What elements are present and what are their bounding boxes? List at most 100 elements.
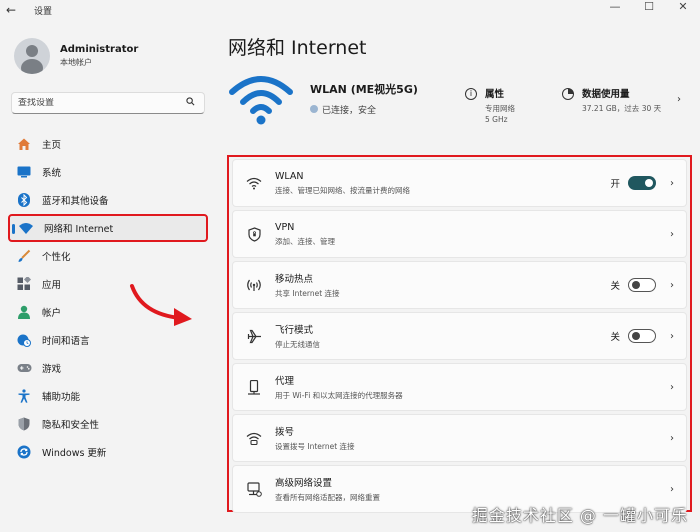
hotspot-state-label: 关 xyxy=(610,281,620,292)
airplane-icon xyxy=(245,327,263,345)
avatar xyxy=(14,38,50,74)
gamepad-icon xyxy=(16,360,32,376)
bluetooth-icon xyxy=(16,192,32,208)
chevron-right-icon[interactable]: › xyxy=(670,178,674,189)
proxy-icon xyxy=(245,378,263,396)
wifi-ssid: WLAN (ME视光5G) xyxy=(310,82,418,96)
mobile-hotspot-card[interactable]: 移动热点 共享 Internet 连接 关 › xyxy=(232,261,687,309)
annotation-arrow-icon xyxy=(130,284,192,326)
update-icon xyxy=(16,444,32,460)
sidebar-item-label: 应用 xyxy=(42,280,62,291)
sidebar-item-privacy[interactable]: 隐私和安全性 xyxy=(8,410,208,438)
proxy-card[interactable]: 代理 用于 Wi-Fi 和以太网连接的代理服务器 › xyxy=(232,363,687,411)
pie-chart-icon xyxy=(562,88,574,100)
airplane-mode-description: 停止无线通信 xyxy=(275,340,320,349)
account-icon xyxy=(16,304,32,320)
advanced-network-icon xyxy=(245,480,263,498)
sidebar-item-label: 时间和语言 xyxy=(42,336,90,347)
chevron-right-icon[interactable]: › xyxy=(670,280,674,291)
chevron-right-icon[interactable]: › xyxy=(670,433,674,444)
vpn-description: 添加、连接、管理 xyxy=(275,236,335,246)
sidebar-item-system[interactable]: 系统 xyxy=(8,158,208,186)
maximize-icon[interactable]: ☐ xyxy=(632,0,666,14)
sidebar-item-label: Windows 更新 xyxy=(42,448,107,459)
proxy-title: 代理 xyxy=(275,376,295,387)
advanced-network-title: 高级网络设置 xyxy=(275,478,333,489)
properties-network-type: 专用网络 xyxy=(485,104,515,113)
minimize-icon[interactable]: — xyxy=(598,0,632,14)
hotspot-icon xyxy=(245,276,263,294)
chevron-right-icon[interactable]: › xyxy=(670,229,674,240)
proxy-description: 用于 Wi-Fi 和以太网连接的代理服务器 xyxy=(275,391,403,400)
watermark: 掘金技术社区 @ 一罐小可乐 xyxy=(471,506,688,525)
window-title: 设置 xyxy=(34,6,53,17)
data-usage-link[interactable]: 数据使用量 37.21 GB，过去 30 天 xyxy=(562,86,661,114)
sidebar-item-network[interactable]: 网络和 Internet xyxy=(8,214,208,242)
accessibility-icon xyxy=(16,388,32,404)
home-icon xyxy=(16,136,32,152)
sidebar-item-label: 帐户 xyxy=(42,308,62,319)
dialup-title: 拨号 xyxy=(275,427,295,438)
properties-link[interactable]: i 属性 专用网络 5 GHz xyxy=(465,86,515,125)
sidebar-item-label: 游戏 xyxy=(42,364,62,375)
sidebar-item-label: 主页 xyxy=(42,140,62,151)
wlan-title: WLAN xyxy=(275,170,304,182)
properties-title: 属性 xyxy=(485,89,505,100)
airplane-mode-card[interactable]: 飞行模式 停止无线通信 关 › xyxy=(232,312,687,360)
sidebar-item-home[interactable]: 主页 xyxy=(8,130,208,158)
hotspot-description: 共享 Internet 连接 xyxy=(275,289,340,298)
properties-band: 5 GHz xyxy=(485,115,508,124)
account-type: 本地帐户 xyxy=(60,58,92,67)
network-settings-list: WLAN 连接、管理已知网络、按流量计费的网络 开 › VPN 添加、连接、管理… xyxy=(227,155,692,513)
dialup-description: 设置拨号 Internet 连接 xyxy=(275,442,355,451)
chevron-right-icon[interactable]: › xyxy=(670,331,674,342)
user-name: Administrator xyxy=(60,44,139,55)
wlan-state-label: 开 xyxy=(610,179,620,190)
data-usage-title: 数据使用量 xyxy=(582,89,630,100)
chevron-right-icon[interactable]: › xyxy=(677,94,681,105)
close-icon[interactable]: ✕ xyxy=(666,0,700,14)
sidebar-item-label: 网络和 Internet xyxy=(44,224,114,235)
apps-icon xyxy=(16,276,32,292)
wifi-connection-status: 已连接，安全 xyxy=(322,105,377,116)
sidebar-item-label: 系统 xyxy=(42,168,62,179)
search-box xyxy=(11,92,205,114)
search-input[interactable] xyxy=(12,98,186,108)
sidebar-item-label: 蓝牙和其他设备 xyxy=(42,196,109,207)
globe-clock-icon xyxy=(16,332,32,348)
airplane-mode-toggle[interactable] xyxy=(628,329,656,343)
hotspot-title: 移动热点 xyxy=(275,274,314,285)
wlan-card[interactable]: WLAN 连接、管理已知网络、按流量计费的网络 开 › xyxy=(232,159,687,207)
sidebar-item-gaming[interactable]: 游戏 xyxy=(8,354,208,382)
back-arrow-icon[interactable]: ← xyxy=(6,3,26,17)
wifi-status-header: WLAN (ME视光5G) 已连接，安全 xyxy=(228,70,418,126)
shield-icon xyxy=(16,416,32,432)
airplane-mode-title: 飞行模式 xyxy=(275,325,314,336)
brush-icon xyxy=(16,248,32,264)
data-usage-value: 37.21 GB，过去 30 天 xyxy=(582,104,662,113)
wifi-large-icon xyxy=(229,76,293,125)
advanced-network-description: 查看所有网络适配器，网络重置 xyxy=(275,493,380,502)
dialup-card[interactable]: 拨号 设置拨号 Internet 连接 › xyxy=(232,414,687,462)
wlan-toggle[interactable] xyxy=(628,176,656,190)
search-icon[interactable] xyxy=(186,97,204,109)
vpn-shield-icon xyxy=(245,225,263,243)
airplane-mode-state-label: 关 xyxy=(610,332,620,343)
sidebar-item-accessibility[interactable]: 辅助功能 xyxy=(8,382,208,410)
sidebar-item-time-language[interactable]: 时间和语言 xyxy=(8,326,208,354)
hotspot-toggle[interactable] xyxy=(628,278,656,292)
sidebar-item-label: 辅助功能 xyxy=(42,392,81,403)
connected-shield-icon xyxy=(310,105,318,113)
sidebar-item-bluetooth[interactable]: 蓝牙和其他设备 xyxy=(8,186,208,214)
sidebar-item-windows-update[interactable]: Windows 更新 xyxy=(8,438,208,466)
chevron-right-icon[interactable]: › xyxy=(670,484,674,495)
sidebar-item-label: 隐私和安全性 xyxy=(42,420,100,431)
page-title: 网络和 Internet xyxy=(228,37,367,59)
user-profile[interactable]: Administrator 本地帐户 xyxy=(14,38,138,74)
vpn-card[interactable]: VPN 添加、连接、管理 › xyxy=(232,210,687,258)
chevron-right-icon[interactable]: › xyxy=(670,382,674,393)
sidebar-item-personalization[interactable]: 个性化 xyxy=(8,242,208,270)
wifi-icon xyxy=(245,174,263,192)
wlan-description: 连接、管理已知网络、按流量计费的网络 xyxy=(275,185,410,195)
sidebar-item-label: 个性化 xyxy=(42,252,71,263)
